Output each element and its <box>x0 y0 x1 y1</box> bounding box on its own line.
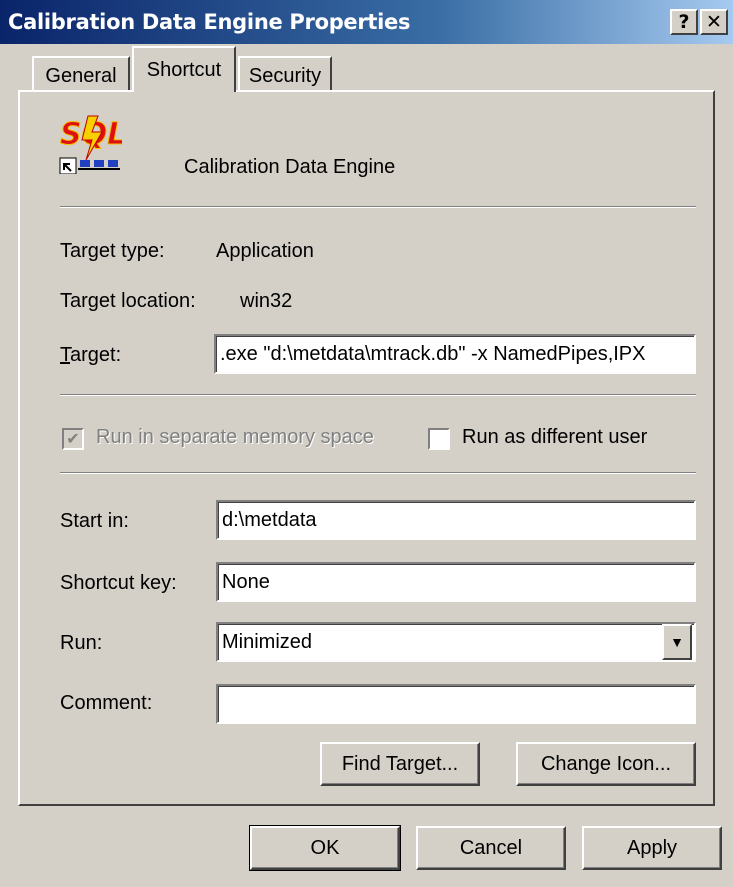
target-label-rest: arget: <box>70 344 122 366</box>
shortcut-name: Calibration Data Engine <box>184 156 396 178</box>
ok-button[interactable]: OK <box>249 825 401 871</box>
separator-2 <box>60 394 696 396</box>
run-as-label: Run as different user <box>462 426 648 448</box>
target-field[interactable]: .exe "d:\metdata\mtrack.db" -x NamedPipe… <box>214 334 696 374</box>
target-type-label: Target type: <box>60 240 165 262</box>
run-label: Run: <box>60 632 103 654</box>
window-title: Calibration Data Engine Properties <box>8 10 411 34</box>
app-shortcut-icon: SQL <box>58 114 127 175</box>
title-bar: Calibration Data Engine Properties ? ✕ <box>0 0 733 44</box>
comment-label: Comment: <box>60 692 153 714</box>
run-separate-label: Run in separate memory space <box>96 426 374 448</box>
change-icon-button[interactable]: Change Icon... <box>516 742 696 786</box>
comment-field[interactable] <box>216 684 696 724</box>
shortcut-panel: SQL Calibration Data Engine Target type:… <box>18 90 715 806</box>
close-button[interactable]: ✕ <box>700 9 728 35</box>
run-as-checkbox[interactable] <box>428 428 450 450</box>
find-target-button[interactable]: Find Target... <box>320 742 480 786</box>
target-type-value: Application <box>216 240 314 262</box>
target-location-value: win32 <box>240 290 293 312</box>
cancel-button[interactable]: Cancel <box>416 826 566 870</box>
shortcut-key-label: Shortcut key: <box>60 572 177 594</box>
start-in-label: Start in: <box>60 510 129 532</box>
chevron-down-icon[interactable]: ▼ <box>662 624 692 660</box>
separator-3 <box>60 472 696 474</box>
tab-shortcut[interactable]: Shortcut <box>132 46 236 92</box>
help-button[interactable]: ? <box>670 9 698 35</box>
run-select-value: Minimized <box>222 630 313 653</box>
separator-1 <box>60 206 696 208</box>
tab-security[interactable]: Security <box>238 56 332 94</box>
start-in-field[interactable]: d:\metdata <box>216 500 696 540</box>
run-separate-checkbox[interactable]: ✔ <box>62 428 84 450</box>
target-label: Target: <box>60 344 122 366</box>
target-location-label: Target location: <box>60 290 196 312</box>
tab-general[interactable]: General <box>32 56 130 94</box>
shortcut-key-field[interactable]: None <box>216 562 696 602</box>
run-select[interactable]: Minimized <box>216 622 696 662</box>
apply-button[interactable]: Apply <box>582 826 722 870</box>
